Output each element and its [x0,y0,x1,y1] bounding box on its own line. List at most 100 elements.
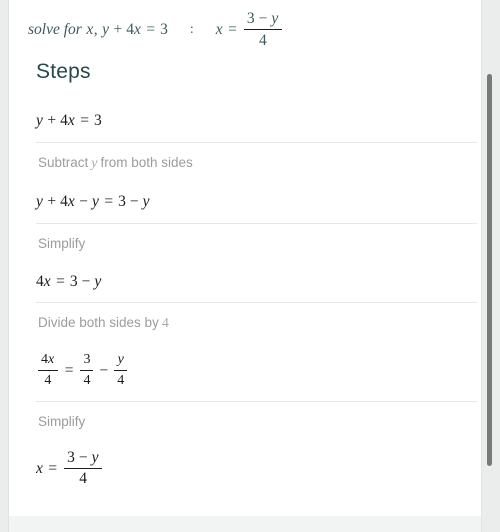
eq6-f2-denominator: 4 [83,372,91,388]
eq6-f1-num-b: x [48,352,55,368]
eq4-d: y [94,272,102,290]
subtracted-equation: y + 4x − y = 3 − y [9,183,481,221]
prompt-rhs: 3 [160,21,168,39]
answer-numerator: 3 − y [244,10,282,28]
eq2-c: x [67,192,75,210]
eq8-denominator: 4 [79,470,87,488]
problem-answer: x = 3 − y 4 [216,10,284,50]
step-divider [36,302,477,304]
prompt-equals: = [146,21,156,39]
eq2-op1: + [47,192,57,210]
divide-math-number: 4 [161,316,169,332]
step-subtracted: y + 4x − y = 3 − y [9,183,481,224]
eq8-minus: − [78,448,88,466]
simplified-equation: 4x = 3 − y [9,262,481,300]
eq6-fraction-1: 4x 4 [38,352,58,388]
step-instruction-subtract: Subtract y from both sides [9,145,481,183]
answer-denominator: 4 [258,31,267,49]
problem-header: solve for x, y + 4x = 3 : x = 3 − y 4 [28,10,471,50]
answer-num-b: y [271,9,279,27]
eq6-f1-denominator: 4 [44,372,52,388]
eq6-f1-bar [38,370,58,372]
eq0-b: 4 [60,112,68,130]
eq2-e: 3 [118,192,126,210]
prompt-coefficient: 4 [126,21,134,39]
problem-prompt: solve for x, y + 4x = 3 [28,22,168,38]
eq6-f2-numerator: 3 [83,352,91,368]
prompt-plus-operator: + [113,21,123,39]
answer-fraction-bar [243,29,282,30]
step-divider [36,142,477,143]
subtract-math-var: y [91,156,98,171]
eq0-d: 3 [94,112,102,130]
eq6-fraction-2: 3 4 [80,352,94,388]
eq6-rel: = [64,362,74,380]
eq8-lhs: x [36,460,43,478]
eq4-a: 4 [36,272,44,290]
eq0-a: y [36,112,43,130]
step-divided: 4x 4 = 3 4 − y 4 [9,343,481,403]
eq4-op: − [81,272,91,290]
prompt-solve-for: solve for [28,21,82,39]
divided-equation: 4x 4 = 3 4 − y 4 [9,343,481,399]
eq6-f3-numerator: y [117,352,124,368]
answer-minus: − [258,9,268,27]
app-viewport: solve for x, y + 4x = 3 : x = 3 − y 4 St… [0,0,500,532]
eq2-d: y [92,192,99,210]
left-gutter [0,0,8,532]
step-instruction-simplify-2: Simplify [9,404,481,441]
eq6-f3-denominator: 4 [117,372,125,388]
step-final: x = 3 − y 4 [9,441,481,497]
vertical-scrollbar-track[interactable] [482,0,498,532]
subtract-suffix: from both sides [100,155,193,170]
answer-num-a: 3 [246,9,255,27]
simplify2-prefix: Simplify [38,414,86,430]
step-divider [36,401,477,403]
subtract-prefix: Subtract [38,155,89,170]
eq6-op: − [99,362,109,380]
eq2-op2: − [79,192,89,210]
eq0-c: x [67,112,75,130]
steps-list: y + 4x = 3 Subtract y from both sides y … [9,102,481,497]
eq0-rel: = [80,112,90,130]
prompt-coefficient-var: x [133,21,141,39]
eq2-f: y [142,192,150,210]
eq6-f3-bar [114,370,128,372]
step-divider [36,222,477,224]
step-simplified: 4x = 3 − y [9,262,481,304]
steps-heading: Steps [36,60,91,83]
sheet-bottom-edge [9,516,481,532]
prompt-lhs-var: y [102,21,109,39]
eq0-op1: + [47,112,57,130]
prompt-variable: x [86,21,94,39]
solution-sheet: solve for x, y + 4x = 3 : x = 3 − y 4 St… [9,0,481,516]
eq2-op3: − [129,192,139,210]
final-equation: x = 3 − y 4 [9,441,481,497]
eq8-fraction-bar [64,467,103,469]
eq2-b: 4 [60,192,68,210]
original-equation: y + 4x = 3 [9,102,481,140]
answer-equals: = [228,21,237,39]
eq4-c: 3 [69,272,78,290]
eq8-num-b: y [91,448,99,466]
step-original: y + 4x = 3 [9,102,481,143]
step-instruction-simplify-1: Simplify [9,226,481,263]
answer-lhs: x [215,21,223,39]
eq4-rel: = [56,272,65,290]
eq2-rel: = [104,192,114,210]
answer-fraction: 3 − y 4 [243,10,282,50]
eq4-b: x [43,272,51,290]
eq8-fraction: 3 − y 4 [64,449,103,489]
eq6-f1-num-a: 4 [41,352,48,368]
simplify1-prefix: Simplify [38,235,86,251]
eq2-a: y [36,192,43,210]
header-separator: : [189,22,194,37]
divide-prefix: Divide both sides by [38,315,159,331]
eq8-rel: = [48,460,58,478]
eq8-numerator: 3 − y [64,449,102,467]
eq6-fraction-3: y 4 [114,352,128,388]
step-instruction-divide: Divide both sides by 4 [9,305,481,343]
eq8-num-a: 3 [67,448,75,466]
eq6-f1-numerator: 4x [38,352,58,368]
vertical-scrollbar-thumb[interactable] [487,74,492,466]
